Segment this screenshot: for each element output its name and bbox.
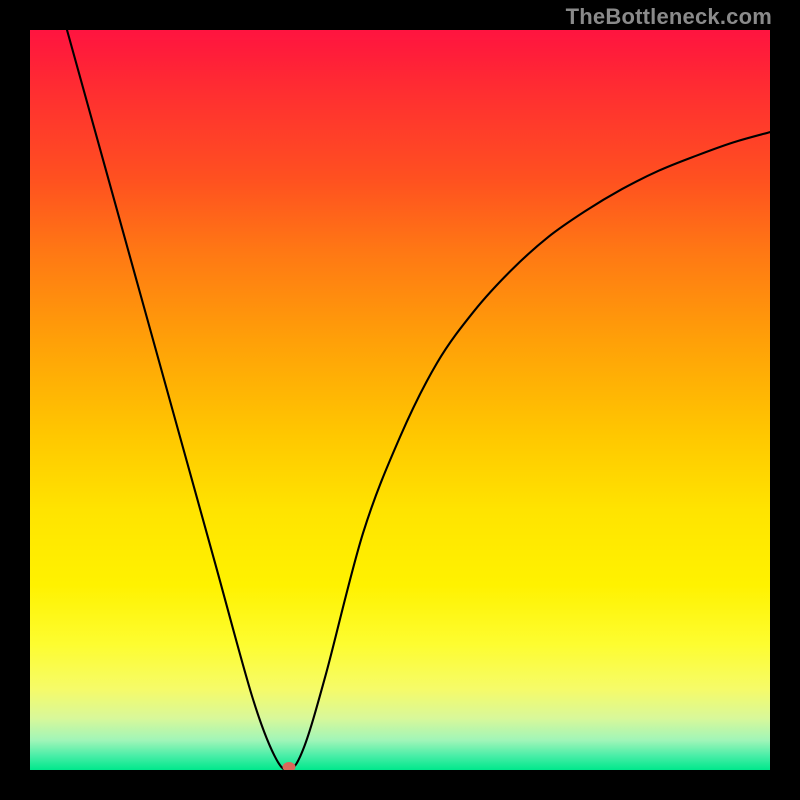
curve-svg xyxy=(30,30,770,770)
watermark-text: TheBottleneck.com xyxy=(566,4,772,30)
plot-area xyxy=(30,30,770,770)
optimum-marker xyxy=(283,762,296,770)
chart-frame: TheBottleneck.com xyxy=(0,0,800,800)
bottleneck-curve xyxy=(67,30,770,770)
